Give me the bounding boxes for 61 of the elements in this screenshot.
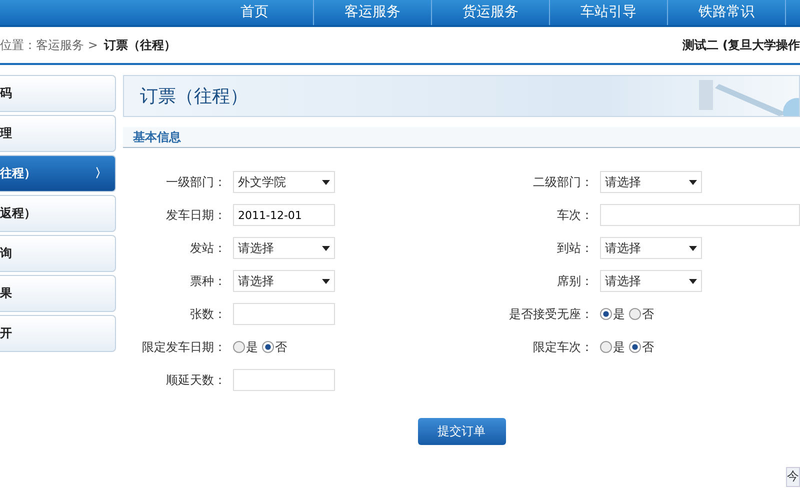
sidebar-item[interactable]: 码: [0, 75, 116, 112]
field-label: 票种：: [189, 272, 226, 290]
dropdown[interactable]: 请选择: [233, 237, 335, 259]
caret-icon: [689, 278, 697, 284]
page-title: 订票（往程）: [140, 85, 248, 108]
radio-button[interactable]: [629, 308, 641, 320]
radio-button[interactable]: [600, 341, 612, 353]
sidebar-item[interactable]: 询: [0, 235, 116, 272]
nav-link[interactable]: 铁路常识: [668, 0, 786, 25]
sidebar-item[interactable]: 往程） 〉: [0, 155, 116, 192]
caret-icon: [689, 180, 697, 184]
radio-button[interactable]: [629, 341, 641, 353]
field-label: 席别：: [556, 272, 593, 290]
radio-label: 是: [246, 338, 258, 356]
field-label: 是否接受无座：: [508, 306, 593, 322]
sidebar-item[interactable]: 开: [0, 315, 116, 352]
submit-button[interactable]: 提交订单: [418, 418, 506, 445]
radio-button[interactable]: [262, 341, 274, 353]
breadcrumb-path: 位置：客运服务: [0, 38, 84, 52]
nav-link[interactable]: 货运服务: [432, 0, 550, 25]
radio-label: 否: [275, 338, 287, 356]
field-label: 二级部门：: [532, 174, 593, 190]
dropdown[interactable]: 请选择: [600, 270, 702, 292]
radio-label: 是: [613, 338, 625, 356]
field-label: 发站：: [189, 240, 226, 256]
side-tab[interactable]: 今: [786, 467, 800, 487]
caret-icon: [322, 278, 330, 284]
radio-label: 否: [642, 338, 654, 356]
dropdown[interactable]: 请选择: [600, 237, 702, 259]
field-label: 车次：: [556, 206, 593, 224]
radio-button[interactable]: [600, 308, 612, 320]
nav-link[interactable]: 车站引导: [550, 0, 668, 25]
caret-icon: [689, 246, 697, 250]
radio-label: 否: [642, 306, 654, 322]
input-field[interactable]: 2011-12-01: [233, 204, 335, 226]
field-label: 发车日期：: [165, 206, 226, 224]
field-label: 张数：: [189, 306, 226, 322]
radio-button[interactable]: [233, 341, 245, 353]
sidebar-item[interactable]: 果: [0, 275, 116, 312]
input-field[interactable]: [600, 204, 800, 226]
user-name: 测试二 (复旦大学操作: [682, 36, 800, 54]
sidebar-item[interactable]: 返程）: [0, 195, 116, 232]
radio-label: 是: [613, 306, 625, 322]
sidebar-item[interactable]: 理: [0, 115, 116, 152]
field-label: 顺延天数：: [165, 372, 226, 388]
dropdown[interactable]: 外文学院: [233, 171, 335, 193]
breadcrumb-separator: >: [88, 38, 98, 52]
caret-icon: [322, 246, 330, 250]
field-label: 限定发车日期：: [141, 338, 226, 356]
input-field[interactable]: [233, 303, 335, 325]
nav-link[interactable]: 客运服务: [314, 0, 432, 25]
dropdown[interactable]: 请选择: [233, 270, 335, 292]
field-label: 到站：: [556, 240, 593, 256]
input-field[interactable]: [233, 369, 335, 391]
field-label: 一级部门：: [165, 174, 226, 190]
nav-link[interactable]: 首页: [196, 0, 314, 25]
field-label: 限定车次：: [532, 338, 593, 356]
section-title: 基本信息: [133, 128, 181, 146]
caret-icon: [322, 180, 330, 184]
breadcrumb-current: 订票（往程）: [104, 38, 176, 52]
dropdown[interactable]: 请选择: [600, 171, 702, 193]
